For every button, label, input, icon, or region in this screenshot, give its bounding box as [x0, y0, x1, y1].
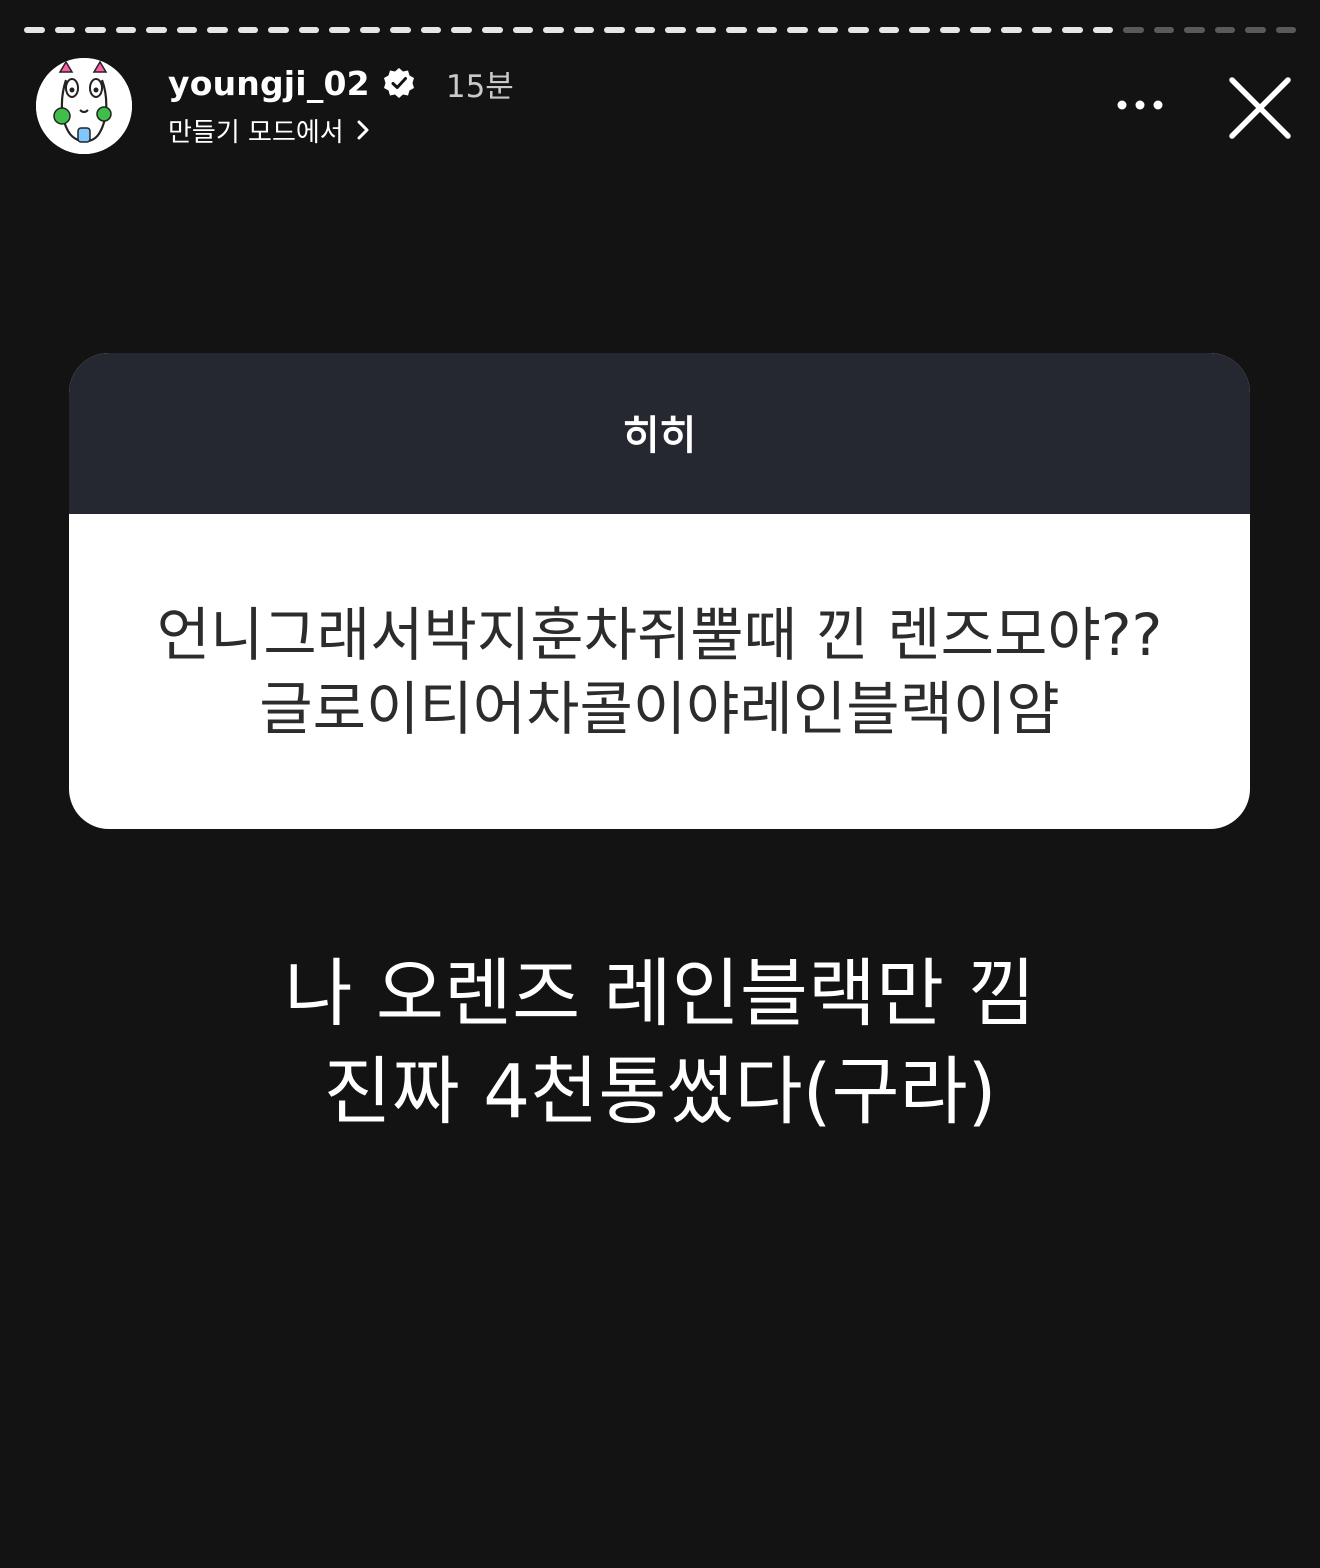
progress-segment [481, 27, 503, 33]
progress-segment [634, 27, 656, 33]
question-sticker-header: 히히 [69, 353, 1250, 514]
progress-segment [420, 27, 442, 33]
progress-segment [390, 27, 411, 33]
close-button[interactable] [1224, 72, 1296, 144]
progress-segment [512, 27, 534, 33]
chevron-right-icon [354, 117, 372, 143]
progress-segment [85, 27, 106, 33]
progress-segment [665, 27, 686, 33]
avatar[interactable] [36, 58, 132, 154]
question-sticker-answer: 언니그래서박지훈차쥐뿔때 낀 렌즈모야?? 글로이티어차콜이야레인블랙이얌 [69, 514, 1250, 829]
avatar-illustration-icon [36, 58, 132, 154]
answer-line: 글로이티어차콜이야레인블랙이얌 [259, 674, 1060, 743]
story-caption: 나 오렌즈 레인블랙만 낌 진짜 4천통썼다(구라) [0, 945, 1320, 1141]
progress-segment [1031, 27, 1053, 33]
progress-segment [176, 27, 198, 33]
question-sticker: 히히 언니그래서박지훈차쥐뿔때 낀 렌즈모야?? 글로이티어차콜이야레인블랙이얌 [69, 353, 1250, 829]
progress-segment [1184, 27, 1205, 33]
close-icon [1229, 77, 1291, 139]
progress-segment [237, 27, 259, 33]
caption-line: 나 오렌즈 레인블랙만 낌 [284, 951, 1036, 1037]
progress-segment [298, 27, 320, 33]
story-author-row: youngji_02 15분 [168, 58, 514, 108]
progress-segment [1092, 27, 1114, 33]
caption-line: 진짜 4천통썼다(구라) [323, 1049, 997, 1135]
progress-segment [970, 27, 991, 33]
progress-segment [451, 27, 472, 33]
creation-mode-label: 만들기 모드에서 [168, 117, 344, 148]
progress-segment [573, 27, 595, 33]
creation-mode-link[interactable]: 만들기 모드에서 [168, 110, 372, 150]
more-options-icon [1117, 100, 1163, 110]
verified-badge-icon [382, 66, 416, 100]
progress-segment [115, 27, 137, 33]
progress-segment [207, 27, 228, 33]
progress-segment [604, 27, 625, 33]
progress-segment [359, 27, 381, 33]
progress-segment [756, 27, 778, 33]
story-progress-bar [24, 27, 1297, 33]
story-viewer[interactable]: youngji_02 15분 만들기 모드에서 히히 언니그래서박지훈차쥐뿔때 … [0, 0, 1320, 1568]
progress-segment [1245, 27, 1266, 33]
progress-segment [1001, 27, 1022, 33]
progress-segment [787, 27, 808, 33]
progress-segment [146, 27, 167, 33]
progress-segment [695, 27, 717, 33]
progress-segment [1214, 27, 1236, 33]
progress-segment [878, 27, 900, 33]
question-prompt: 히히 [622, 412, 697, 459]
progress-segment [1153, 27, 1175, 33]
progress-segment [726, 27, 747, 33]
progress-segment [817, 27, 839, 33]
username[interactable]: youngji_02 [168, 64, 370, 103]
progress-segment [1123, 27, 1144, 33]
progress-segment [848, 27, 869, 33]
more-options-button[interactable] [1110, 88, 1170, 122]
answer-line: 언니그래서박지훈차쥐뿔때 낀 렌즈모야?? [156, 600, 1163, 669]
progress-segment [909, 27, 930, 33]
progress-segment [24, 27, 45, 33]
progress-segment [1275, 27, 1297, 33]
progress-segment [543, 27, 564, 33]
progress-segment [939, 27, 961, 33]
progress-segment [1062, 27, 1083, 33]
progress-segment [54, 27, 76, 33]
post-time: 15분 [445, 68, 514, 105]
progress-segment [268, 27, 289, 33]
progress-segment [329, 27, 350, 33]
